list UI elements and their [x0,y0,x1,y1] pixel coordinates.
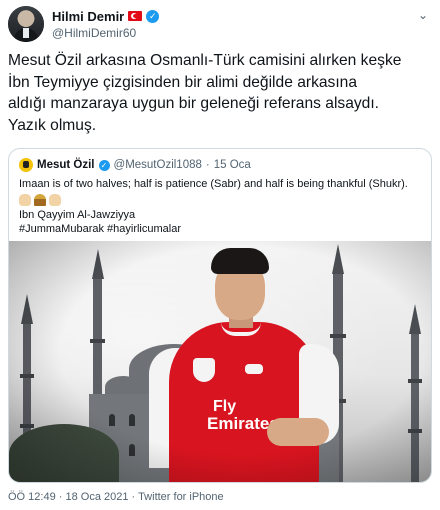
quoted-author-avatar [19,158,33,172]
quoted-tweet-line: Imaan is of two halves; half is patience… [19,178,408,190]
author-handle[interactable]: @HilmiDemir60 [52,26,136,40]
player-hands [267,418,329,446]
avatar-shirt [23,28,29,38]
minaret [408,304,422,482]
quoted-author-name: Mesut Özil [37,159,95,171]
quoted-tweet-date: 15 Oca [213,159,251,171]
quoted-tweet-line: Ibn Qayyim Al-Jawziyya [19,209,136,221]
quoted-tweet-header: Mesut Özil ✓ @MesutOzil1088 · 15 Oca [19,157,251,173]
emoji-row [19,194,61,208]
chevron-down-icon[interactable]: ⌄ [418,8,428,22]
quoted-tweet-card[interactable]: Mesut Özil ✓ @MesutOzil1088 · 15 Oca Ima… [8,148,432,483]
separator-dot: · [205,159,210,171]
author-display-name[interactable]: Hilmi Demir [52,9,124,24]
palms-up-icon [49,194,61,206]
palms-up-icon [19,194,31,206]
quoted-author-handle: @MesutOzil1088 [113,159,202,171]
tweet-meta: ÖÖ 12:49 · 18 Oca 2021 · Twitter for iPh… [8,491,224,503]
club-crest-icon [193,358,215,382]
tweet-date[interactable]: 18 Oca 2021 [65,491,128,503]
turkey-flag-icon [128,11,143,21]
tweet-header: Hilmi Demir ✓ @HilmiDemir60 ⌄ [8,6,432,42]
tweet-text: Mesut Özil arkasına Osmanlı-Türk camisin… [8,52,402,134]
mosque-icon [34,194,46,206]
quoted-tweet-image[interactable]: Fly Emirates [9,241,431,482]
jersey [169,322,319,482]
verified-badge-icon: ✓ [98,159,110,171]
meta-separator: · [128,491,139,503]
author-name-row: Hilmi Demir ✓ [52,8,160,24]
player-illustration: Fly Emirates [149,248,349,482]
quoted-tweet-line[interactable]: #JummaMubarak #hayirlicumalar [19,222,181,236]
tweet-time[interactable]: ÖÖ 12:49 [8,491,56,503]
author-avatar[interactable] [8,6,44,42]
tweet-source[interactable]: Twitter for iPhone [138,491,224,503]
kit-logo-icon [245,364,263,374]
verified-badge-icon: ✓ [146,9,160,23]
player-hair [211,248,269,274]
tree-silhouette [9,424,119,482]
